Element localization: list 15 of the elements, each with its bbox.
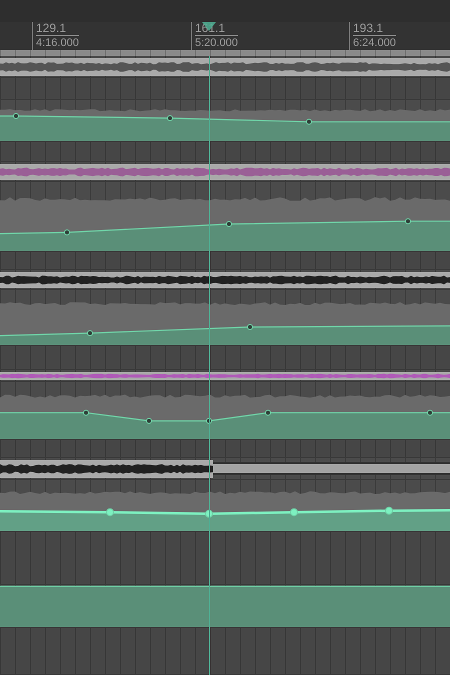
- time-label: 6:24.000: [353, 36, 396, 50]
- automation-curve[interactable]: [0, 506, 450, 531]
- audio-region[interactable]: [0, 272, 450, 288]
- audio-region[interactable]: [0, 460, 213, 478]
- automation-curve[interactable]: [0, 218, 450, 251]
- audio-region[interactable]: [0, 58, 450, 76]
- automation-curve[interactable]: [0, 324, 450, 345]
- time-label: 5:20.000: [195, 36, 238, 50]
- bar-number: 129.1: [36, 22, 79, 36]
- time-label: 4:16.000: [36, 36, 79, 50]
- automation-curve[interactable]: [0, 409, 450, 439]
- bar-number: 193.1: [353, 22, 396, 36]
- timeline-ruler[interactable]: 129.1 4:16.000 161.1 5:20.000 193.1 6:24.000: [0, 22, 450, 56]
- audio-region[interactable]: [0, 164, 450, 180]
- audio-region[interactable]: [0, 372, 450, 380]
